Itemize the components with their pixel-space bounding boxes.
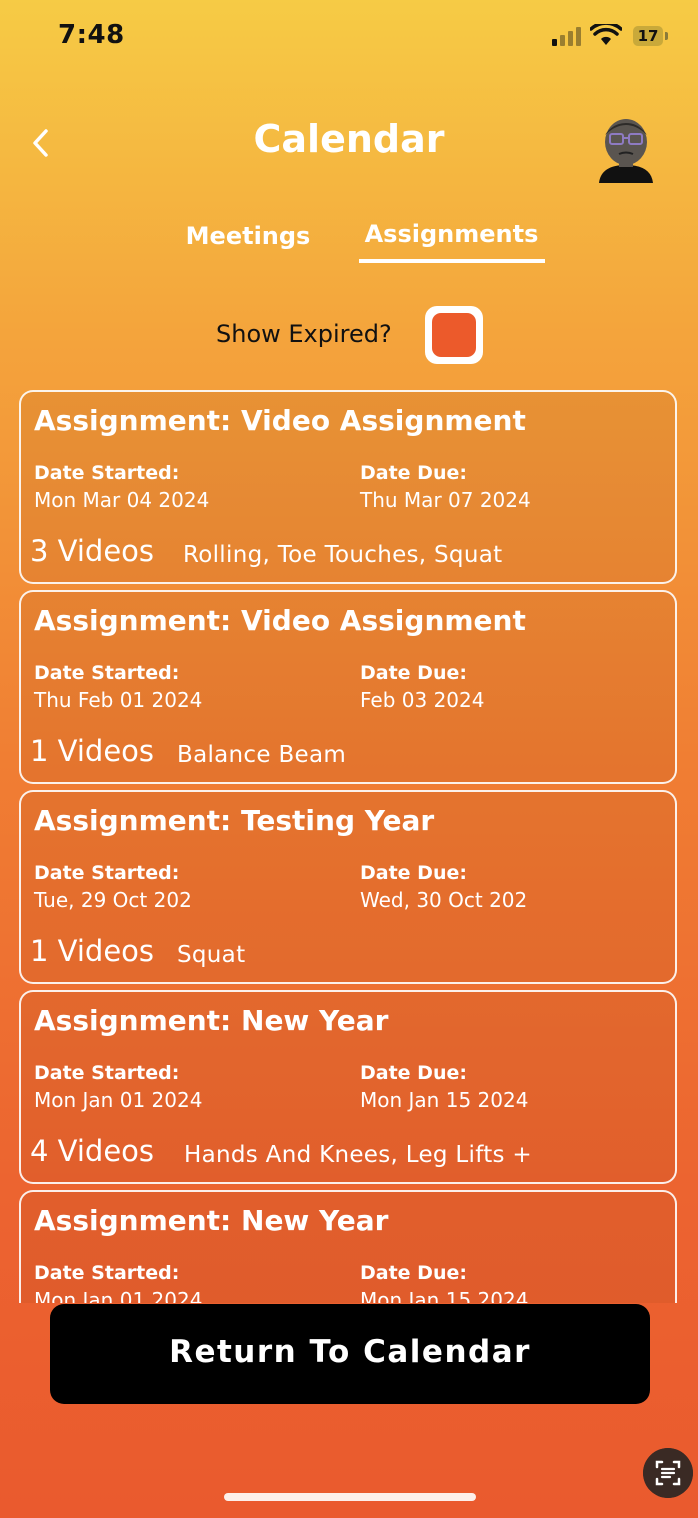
return-to-calendar-button[interactable]: Return To Calendar — [50, 1304, 650, 1404]
assignments-list[interactable]: Assignment: Video Assignment Date Starte… — [19, 390, 677, 1303]
live-text-scan-icon[interactable] — [643, 1448, 693, 1498]
assignment-card[interactable]: Assignment: Video Assignment Date Starte… — [19, 590, 677, 784]
assignment-title: Assignment: New Year — [34, 1004, 389, 1037]
date-due-label: Date Due: — [360, 862, 467, 884]
date-due-value: Thu Mar 07 2024 — [360, 488, 531, 512]
battery-cap — [665, 32, 668, 40]
date-due-value: Mon Jan 15 2024 — [360, 1288, 529, 1303]
battery-icon: 17 — [633, 26, 663, 46]
assignment-title: Assignment: New Year — [34, 1204, 389, 1237]
date-started-label: Date Started: — [34, 862, 180, 884]
home-indicator[interactable] — [224, 1493, 476, 1501]
assignment-card[interactable]: Assignment: New Year Date Started: Date … — [19, 1190, 677, 1303]
date-started-label: Date Started: — [34, 1062, 180, 1084]
video-count: 1 Videos — [30, 734, 155, 768]
date-due-label: Date Due: — [360, 662, 467, 684]
video-count: 1 Videos — [30, 934, 155, 968]
date-started-label: Date Started: — [34, 462, 180, 484]
date-due-label: Date Due: — [360, 1062, 467, 1084]
date-started-value: Thu Feb 01 2024 — [34, 688, 203, 712]
status-time: 7:48 — [58, 20, 125, 50]
video-count: 4 Videos — [30, 1134, 155, 1168]
date-started-value: Mon Mar 04 2024 — [34, 488, 210, 512]
assignment-title: Assignment: Video Assignment — [34, 404, 526, 437]
date-due-label: Date Due: — [360, 462, 467, 484]
tab-assignments[interactable]: Assignments — [359, 220, 544, 248]
video-list: Hands And Knees, Leg Lifts + — [184, 1142, 532, 1168]
checkbox-fill — [432, 313, 476, 357]
wifi-icon — [590, 24, 622, 45]
cellular-signal-icon — [552, 27, 581, 46]
date-started-value: Mon Jan 01 2024 — [34, 1288, 203, 1303]
assignment-card[interactable]: Assignment: New Year Date Started: Date … — [19, 990, 677, 1184]
date-started-label: Date Started: — [34, 662, 180, 684]
assignment-card[interactable]: Assignment: Testing Year Date Started: D… — [19, 790, 677, 984]
assignment-card[interactable]: Assignment: Video Assignment Date Starte… — [19, 390, 677, 584]
avatar-icon[interactable] — [595, 115, 657, 187]
tab-meetings[interactable]: Meetings — [178, 222, 318, 250]
assignment-title: Assignment: Video Assignment — [34, 604, 526, 637]
video-count: 3 Videos — [30, 534, 155, 568]
show-expired-checkbox[interactable] — [425, 306, 483, 364]
date-due-value: Mon Jan 15 2024 — [360, 1088, 529, 1112]
date-due-label: Date Due: — [360, 1262, 467, 1284]
date-started-value: Mon Jan 01 2024 — [34, 1088, 203, 1112]
assignment-title: Assignment: Testing Year — [34, 804, 435, 837]
date-started-value: Tue, 29 Oct 202 — [34, 888, 192, 912]
date-due-value: Feb 03 2024 — [360, 688, 485, 712]
video-list: Balance Beam — [177, 742, 347, 768]
active-tab-indicator — [359, 259, 545, 263]
date-due-value: Wed, 30 Oct 202 — [360, 888, 528, 912]
video-list: Rolling, Toe Touches, Squat — [183, 542, 503, 568]
date-started-label: Date Started: — [34, 1262, 180, 1284]
page-title: Calendar — [253, 117, 445, 161]
video-list: Squat — [177, 942, 246, 968]
show-expired-label: Show Expired? — [216, 320, 392, 348]
